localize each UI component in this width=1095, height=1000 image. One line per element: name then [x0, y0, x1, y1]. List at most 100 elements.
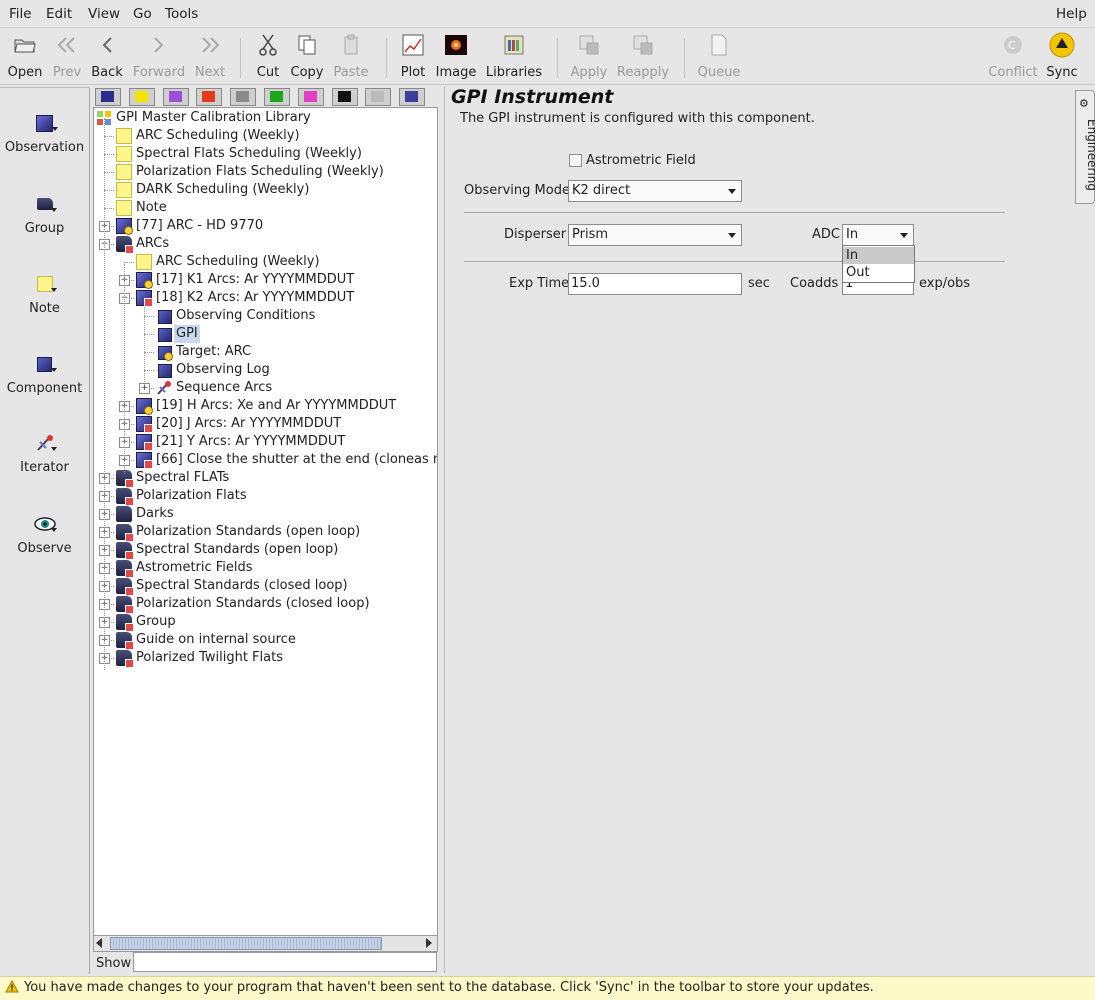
expand-icon[interactable]: +	[139, 383, 150, 394]
observation-icon	[136, 272, 153, 289]
menu-edit[interactable]: Edit	[46, 6, 72, 22]
component-icon	[158, 310, 172, 324]
menu-view[interactable]: View	[88, 6, 120, 22]
tree-node-label: Polarization Standards (open loop)	[136, 524, 361, 539]
tree-node-label: Group	[136, 614, 176, 629]
engineering-tab-label: Engineering	[1085, 119, 1095, 191]
tree-node-label: [19] H Arcs: Xe and Ar YYYYMMDDUT	[156, 398, 397, 413]
tree-filter-button[interactable]	[95, 88, 121, 106]
note-icon	[116, 200, 132, 216]
component-icon	[0, 351, 89, 377]
group-icon	[116, 542, 134, 560]
tree-filter-button[interactable]	[365, 88, 392, 106]
image-icon	[434, 32, 478, 58]
sync-button[interactable]: Sync	[1044, 32, 1080, 82]
adc-dropdown-list: In Out	[842, 245, 915, 283]
scroll-left-icon[interactable]	[96, 938, 102, 948]
tree-filter-button[interactable]	[128, 88, 155, 106]
tree-horizontal-scrollbar[interactable]	[93, 935, 438, 952]
tree-node-label: Note	[136, 200, 167, 215]
warning-badge-icon	[144, 280, 153, 289]
queue-button[interactable]: Queue	[694, 32, 744, 82]
image-button[interactable]: Image	[434, 32, 478, 82]
tree-filter-button[interactable]	[230, 88, 257, 106]
menu-help[interactable]: Help	[1056, 6, 1087, 22]
program-tree[interactable]: GPI Master Calibration Library ARC Schedu…	[93, 107, 438, 937]
toolbar: Open Prev Back Forward Next Cut Copy Pas…	[0, 28, 1095, 85]
libraries-button[interactable]: Libraries	[485, 32, 543, 82]
warning-icon	[5, 979, 19, 993]
group-icon	[116, 650, 134, 668]
error-badge-icon	[144, 298, 153, 307]
group-icon	[116, 506, 132, 522]
tree-filter-button[interactable]	[297, 88, 324, 106]
plot-button[interactable]: Plot	[396, 32, 430, 82]
tree-node-label: [66] Close the shutter at the end (clone…	[156, 452, 438, 467]
error-badge-icon	[125, 605, 134, 614]
palette-observe[interactable]: Observe	[0, 511, 89, 556]
error-badge-icon	[125, 659, 134, 668]
exp-time-input[interactable]: 15.0	[568, 273, 742, 295]
menu-file[interactable]: File	[9, 6, 32, 22]
error-badge-icon	[125, 641, 134, 650]
back-button[interactable]: Back	[88, 32, 126, 82]
scroll-thumb[interactable]	[110, 937, 382, 950]
conflict-button[interactable]: C Conflict	[986, 32, 1040, 82]
adc-select[interactable]: In	[842, 224, 914, 246]
tree-connector	[104, 190, 114, 191]
astrometric-field-checkbox[interactable]	[569, 154, 582, 167]
menu-tools[interactable]: Tools	[165, 6, 198, 22]
tree-filter-button[interactable]	[196, 88, 223, 106]
tree-node-label: ARC Scheduling (Weekly)	[156, 254, 320, 269]
error-badge-icon	[125, 551, 134, 560]
adc-option-out[interactable]: Out	[843, 264, 914, 281]
chevron-down-icon	[900, 233, 908, 238]
reapply-button[interactable]: Reapply	[614, 32, 672, 82]
tree-connector	[104, 118, 105, 670]
tree-filter-button[interactable]	[264, 88, 290, 106]
observation-icon	[136, 416, 153, 433]
menu-go[interactable]: Go	[133, 6, 152, 22]
plot-icon	[396, 32, 430, 58]
back-arrow-icon	[88, 32, 126, 58]
gear-icon: ⚙	[1079, 97, 1089, 110]
tree-node-label: Polarization Flats	[136, 488, 247, 503]
tree-filter-button[interactable]	[162, 88, 189, 106]
eye-icon	[0, 511, 89, 537]
palette-group[interactable]: Group	[0, 191, 89, 236]
filter-color-icon	[236, 91, 250, 102]
folder-open-icon	[6, 32, 44, 58]
warning-badge-icon	[144, 406, 153, 415]
adc-option-in[interactable]: In	[843, 247, 914, 264]
observing-mode-select[interactable]: K2 direct	[568, 180, 742, 202]
scroll-right-icon[interactable]	[426, 938, 432, 948]
tree-filter-button[interactable]	[399, 88, 426, 106]
palette-component[interactable]: Component	[0, 351, 89, 396]
palette-iterator[interactable]: Iterator	[0, 430, 89, 475]
open-button[interactable]: Open	[6, 32, 44, 82]
forward-arrow-icon	[130, 32, 188, 58]
palette-observation[interactable]: Observation	[0, 110, 89, 155]
warning-badge-icon	[124, 226, 133, 235]
menu-bar: File Edit View Go Tools Help	[0, 0, 1095, 28]
observation-icon	[116, 218, 133, 235]
prev-button[interactable]: Prev	[48, 32, 86, 82]
filter-color-icon	[303, 91, 317, 102]
error-badge-icon	[125, 623, 134, 632]
apply-button[interactable]: Apply	[568, 32, 610, 82]
next-button[interactable]: Next	[191, 32, 229, 82]
paste-button[interactable]: Paste	[330, 32, 372, 82]
show-filter-input[interactable]	[133, 952, 437, 972]
disperser-select[interactable]: Prism	[568, 224, 742, 246]
component-icon	[158, 328, 172, 342]
palette-note[interactable]: Note	[0, 271, 89, 316]
tree-node-label: DARK Scheduling (Weekly)	[136, 182, 310, 197]
toolbar-separator	[386, 38, 387, 78]
tree-node-label: [18] K2 Arcs: Ar YYYYMMDDUT	[156, 290, 355, 305]
error-badge-icon	[144, 442, 153, 451]
tree-node-label: GPI Master Calibration Library	[116, 110, 311, 125]
copy-button[interactable]: Copy	[288, 32, 326, 82]
tree-filter-button[interactable]	[331, 88, 358, 106]
forward-button[interactable]: Forward	[130, 32, 188, 82]
cut-button[interactable]: Cut	[250, 32, 286, 82]
